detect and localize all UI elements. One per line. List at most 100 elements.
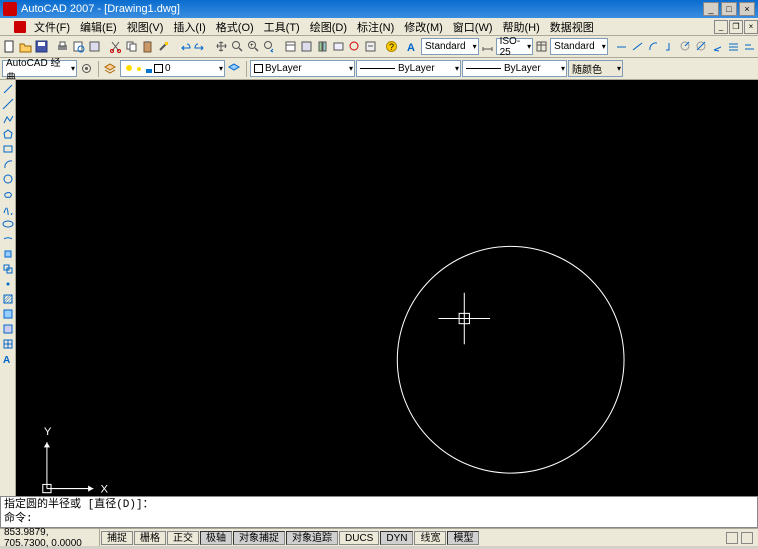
dim-arc-button[interactable] <box>646 38 661 55</box>
pan-button[interactable] <box>214 38 229 55</box>
properties-button[interactable] <box>283 38 298 55</box>
dim-angular-button[interactable] <box>710 38 725 55</box>
linetype-combo[interactable]: ByLayer <box>356 60 461 77</box>
ducs-toggle[interactable]: DUCS <box>339 531 379 545</box>
dim-diameter-button[interactable] <box>694 38 709 55</box>
open-button[interactable] <box>18 38 33 55</box>
paste-button[interactable] <box>140 38 155 55</box>
markup-button[interactable] <box>347 38 362 55</box>
lwt-toggle[interactable]: 线宽 <box>414 531 446 545</box>
snap-toggle[interactable]: 捕捉 <box>101 531 133 545</box>
close-button[interactable]: × <box>739 2 755 16</box>
circle-entity[interactable] <box>397 246 624 473</box>
revcloud-button[interactable] <box>1 187 15 201</box>
menu-edit[interactable]: 编辑(E) <box>75 19 122 35</box>
polyline-button[interactable] <box>1 112 15 126</box>
quickcalc-button[interactable] <box>363 38 378 55</box>
print-button[interactable] <box>55 38 70 55</box>
tray-icon[interactable] <box>726 532 738 544</box>
menu-data[interactable]: 数据视图 <box>545 19 599 35</box>
point-button[interactable] <box>1 277 15 291</box>
tablestyle-icon[interactable] <box>534 38 549 55</box>
grid-toggle[interactable]: 栅格 <box>134 531 166 545</box>
zoom-previous-button[interactable] <box>262 38 277 55</box>
menu-view[interactable]: 视图(V) <box>122 19 169 35</box>
dim-baseline-button[interactable] <box>742 38 757 55</box>
ortho-toggle[interactable]: 正交 <box>167 531 199 545</box>
menu-help[interactable]: 帮助(H) <box>498 19 545 35</box>
layer-combo[interactable]: 0 <box>120 60 225 77</box>
new-button[interactable] <box>2 38 17 55</box>
osnap-toggle[interactable]: 对象捕捉 <box>233 531 285 545</box>
command-window[interactable]: 指定圆的半径或 [直径(D)]： 命令: <box>0 496 758 528</box>
workspace-combo[interactable]: AutoCAD 经典 <box>2 60 77 77</box>
mtext-button[interactable]: A <box>1 352 15 366</box>
model-toggle[interactable]: 模型 <box>447 531 479 545</box>
layer-manager-button[interactable] <box>102 60 119 77</box>
drawing-canvas[interactable]: X Y <box>16 80 758 496</box>
menu-dimension[interactable]: 标注(N) <box>352 19 399 35</box>
workspace-settings-button[interactable] <box>78 60 95 77</box>
menu-insert[interactable]: 插入(I) <box>168 19 210 35</box>
tablestyle-combo[interactable]: Standard <box>550 38 608 55</box>
mdi-minimize-button[interactable]: _ <box>714 20 728 34</box>
dim-linear-button[interactable] <box>614 38 629 55</box>
menu-modify[interactable]: 修改(M) <box>399 19 448 35</box>
minimize-button[interactable]: _ <box>703 2 719 16</box>
save-button[interactable] <box>34 38 49 55</box>
print-preview-button[interactable] <box>71 38 86 55</box>
zoom-realtime-button[interactable] <box>230 38 245 55</box>
sheet-set-button[interactable] <box>331 38 346 55</box>
spline-button[interactable] <box>1 202 15 216</box>
xline-button[interactable] <box>1 97 15 111</box>
hatch-button[interactable] <box>1 292 15 306</box>
menu-format[interactable]: 格式(O) <box>211 19 259 35</box>
color-combo[interactable]: ByLayer <box>250 60 355 77</box>
region-button[interactable] <box>1 322 15 336</box>
publish-button[interactable] <box>87 38 102 55</box>
dimstyle-icon[interactable] <box>480 38 495 55</box>
undo-button[interactable] <box>177 38 192 55</box>
layer-prev-button[interactable] <box>226 60 243 77</box>
dim-ordinate-button[interactable] <box>662 38 677 55</box>
menu-draw[interactable]: 绘图(D) <box>305 19 352 35</box>
design-center-button[interactable] <box>299 38 314 55</box>
plotstyle-combo[interactable]: 随颜色 <box>568 60 623 77</box>
textstyle-combo[interactable]: Standard <box>421 38 479 55</box>
cut-button[interactable] <box>108 38 123 55</box>
otrack-toggle[interactable]: 对象追踪 <box>286 531 338 545</box>
dim-radius-button[interactable] <box>678 38 693 55</box>
coords-readout[interactable]: 853.9879, 705.7300, 0.0000 <box>0 529 100 546</box>
mdi-close-button[interactable]: × <box>744 20 758 34</box>
copy-button[interactable] <box>124 38 139 55</box>
zoom-window-button[interactable]: + <box>246 38 261 55</box>
dim-quick-button[interactable] <box>726 38 741 55</box>
menu-file[interactable]: 文件(F) <box>29 19 75 35</box>
polygon-button[interactable] <box>1 127 15 141</box>
lineweight-combo[interactable]: ByLayer <box>462 60 567 77</box>
rectangle-button[interactable] <box>1 142 15 156</box>
gradient-button[interactable] <box>1 307 15 321</box>
dimstyle-combo[interactable]: ISO-25 <box>496 38 534 55</box>
help-button[interactable]: ? <box>384 38 399 55</box>
match-prop-button[interactable] <box>156 38 171 55</box>
circle-button[interactable] <box>1 172 15 186</box>
insert-block-button[interactable] <box>1 247 15 261</box>
arc-button[interactable] <box>1 157 15 171</box>
menu-window[interactable]: 窗口(W) <box>448 19 498 35</box>
polar-toggle[interactable]: 极轴 <box>200 531 232 545</box>
dyn-toggle[interactable]: DYN <box>380 531 413 545</box>
tool-palettes-button[interactable] <box>315 38 330 55</box>
mdi-restore-button[interactable]: ❐ <box>729 20 743 34</box>
maximize-button[interactable]: □ <box>721 2 737 16</box>
tray-lock-icon[interactable] <box>741 532 753 544</box>
textstyle-icon[interactable]: A <box>405 38 420 55</box>
redo-button[interactable] <box>193 38 208 55</box>
line-button[interactable] <box>1 82 15 96</box>
make-block-button[interactable] <box>1 262 15 276</box>
menu-tools[interactable]: 工具(T) <box>259 19 305 35</box>
table-button[interactable] <box>1 337 15 351</box>
ellipse-arc-button[interactable] <box>1 232 15 246</box>
dim-aligned-button[interactable] <box>630 38 645 55</box>
ellipse-button[interactable] <box>1 217 15 231</box>
